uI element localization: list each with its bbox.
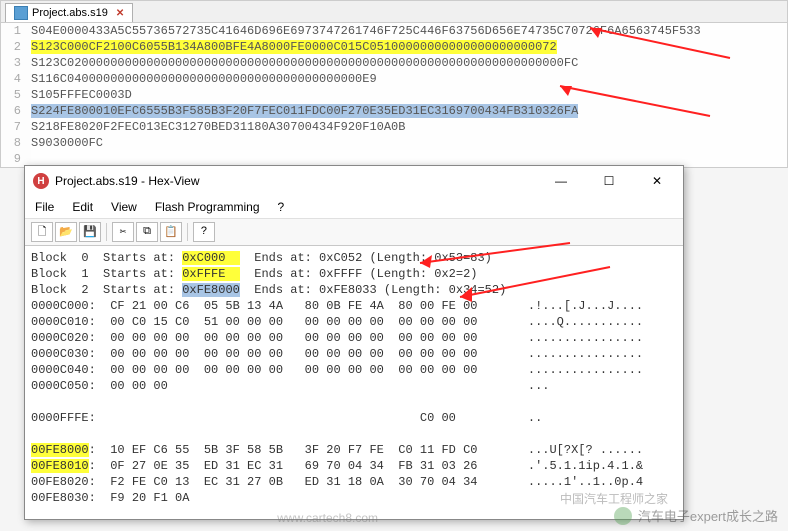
new-button[interactable]: 🗋	[31, 222, 53, 242]
hex-row: 0000C040: 00 00 00 00 00 00 00 00 00 00 …	[31, 362, 677, 378]
source-line: 1S04E0000433A5C55736572735C41646D696E697…	[1, 23, 787, 39]
hex-row: 00FE8000: 10 EF C6 55 5B 3F 58 5B 3F 20 …	[31, 442, 677, 458]
window-title: Project.abs.s19 - Hex-View	[55, 174, 547, 188]
hex-row: 0000C000: CF 21 00 C6 05 5B 13 4A 80 0B …	[31, 298, 677, 314]
help-button[interactable]: ?	[193, 222, 215, 242]
tab-filename: Project.abs.s19	[32, 7, 108, 19]
source-line: 3S123C0200000000000000000000000000000000…	[1, 55, 787, 71]
open-button[interactable]: 📂	[55, 222, 77, 242]
menu-view[interactable]: View	[109, 198, 139, 216]
line-number: 8	[1, 135, 31, 151]
file-icon	[14, 6, 28, 20]
menu-edit[interactable]: Edit	[70, 198, 95, 216]
line-number: 7	[1, 119, 31, 135]
watermark-text: 中国汽车工程师之家	[560, 490, 668, 507]
hex-row	[31, 394, 677, 410]
line-number: 4	[1, 71, 31, 87]
line-number: 1	[1, 23, 31, 39]
file-tab[interactable]: Project.abs.s19 ✕	[5, 3, 133, 22]
source-line: 2S123C000CF2100C6055B134A800BFE4A8000FE0…	[1, 39, 787, 55]
source-line: 6S224FE800010EFC6555B3F585B3F20F7FEC011F…	[1, 103, 787, 119]
menubar: File Edit View Flash Programming?	[25, 196, 683, 219]
separator-icon	[106, 223, 107, 241]
source-line: 5S105FFFEC0003D	[1, 87, 787, 103]
cut-button[interactable]: ✂	[112, 222, 134, 242]
hex-row: 0000C010: 00 C0 15 C0 51 00 00 00 00 00 …	[31, 314, 677, 330]
paste-button[interactable]: 📋	[160, 222, 182, 242]
close-icon[interactable]: ✕	[116, 8, 124, 19]
hex-row: 0000C020: 00 00 00 00 00 00 00 00 00 00 …	[31, 330, 677, 346]
source-editor: Project.abs.s19 ✕ 1S04E0000433A5C5573657…	[0, 0, 788, 168]
source-line: 4S116C0400000000000000000000000000000000…	[1, 71, 787, 87]
block-summary: Block 2 Starts at: 0xFE8000 Ends at: 0xF…	[31, 282, 677, 298]
window-buttons: — ☐ ✕	[547, 172, 671, 190]
titlebar[interactable]: H Project.abs.s19 - Hex-View — ☐ ✕	[25, 166, 683, 196]
menu-flash-programming[interactable]: Flash Programming	[153, 198, 262, 216]
watermark-url: www.cartech8.com	[277, 511, 378, 525]
separator-icon	[187, 223, 188, 241]
line-number: 5	[1, 87, 31, 103]
block-summary: Block 0 Starts at: 0xC000 Ends at: 0xC05…	[31, 250, 677, 266]
block-summary: Block 1 Starts at: 0xFFFE Ends at: 0xFFF…	[31, 266, 677, 282]
hex-body[interactable]: Block 0 Starts at: 0xC000 Ends at: 0xC05…	[25, 246, 683, 510]
hex-row: 0000C050: 00 00 00 ...	[31, 378, 677, 394]
hex-row	[31, 426, 677, 442]
hex-row: 00FE8020: F2 FE C0 13 EC 31 27 0B ED 31 …	[31, 474, 677, 490]
app-icon: H	[33, 173, 49, 189]
source-line: 8S9030000FC	[1, 135, 787, 151]
hex-row: 0000FFFE: C0 00 ..	[31, 410, 677, 426]
watermark: 汽车电子expert成长之路	[614, 506, 778, 525]
source-line: 7S218FE8020F2FEC013EC31270BED31180A30700…	[1, 119, 787, 135]
wechat-icon	[614, 507, 632, 525]
line-number: 6	[1, 103, 31, 119]
toolbar: 🗋 📂 💾 ✂ ⧉ 📋 ?	[25, 219, 683, 246]
hex-row: 00FE8010: 0F 27 0E 35 ED 31 EC 31 69 70 …	[31, 458, 677, 474]
line-number: 3	[1, 55, 31, 71]
hex-view-window: H Project.abs.s19 - Hex-View — ☐ ✕ File E…	[24, 165, 684, 520]
copy-button[interactable]: ⧉	[136, 222, 158, 242]
close-button[interactable]: ✕	[643, 172, 671, 190]
hex-row: 0000C030: 00 00 00 00 00 00 00 00 00 00 …	[31, 346, 677, 362]
maximize-button[interactable]: ☐	[595, 172, 623, 190]
minimize-button[interactable]: —	[547, 172, 575, 190]
tab-bar: Project.abs.s19 ✕	[1, 1, 787, 23]
menu-?[interactable]: ?	[276, 198, 287, 216]
source-body[interactable]: 1S04E0000433A5C55736572735C41646D696E697…	[1, 23, 787, 167]
line-number: 2	[1, 39, 31, 55]
save-button[interactable]: 💾	[79, 222, 101, 242]
menu-file[interactable]: File	[33, 198, 56, 216]
